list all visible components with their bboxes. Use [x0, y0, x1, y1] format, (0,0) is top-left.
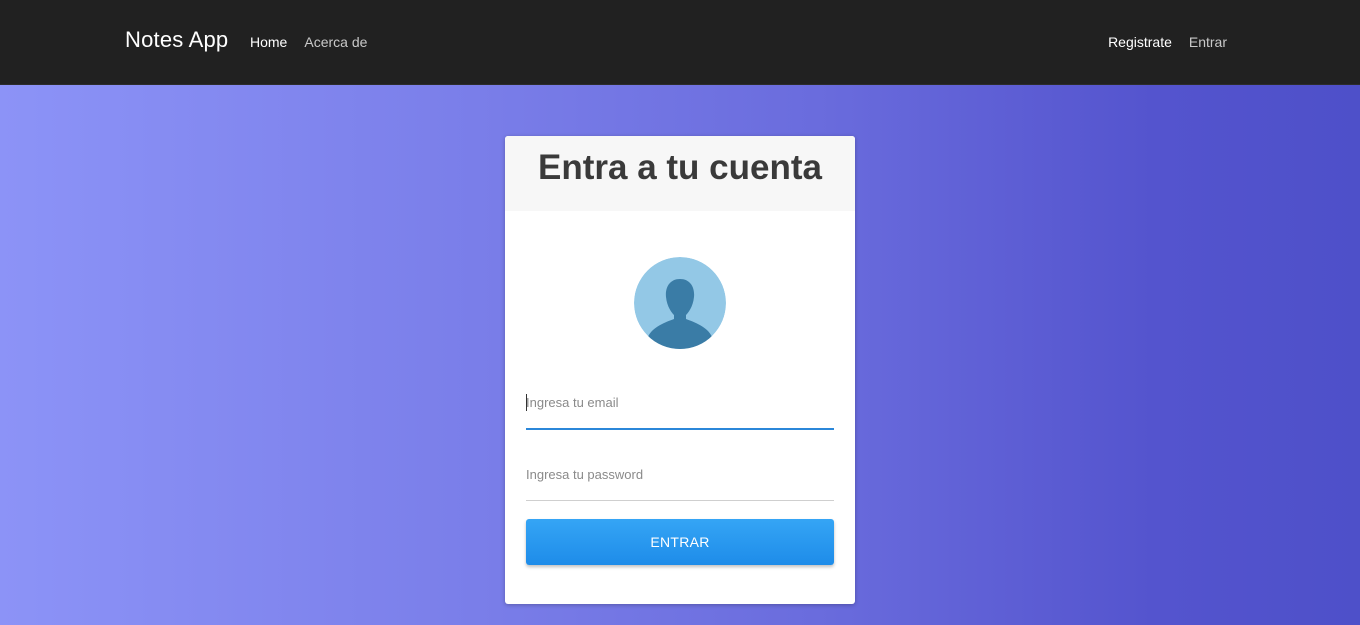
email-underline-focused	[526, 428, 834, 430]
nav-link-login[interactable]: Entrar	[1189, 34, 1227, 50]
nav-right-links: Registrate Entrar	[1108, 34, 1227, 50]
password-field	[526, 464, 834, 501]
email-field	[526, 392, 834, 430]
login-title: Entra a tu cuenta	[538, 148, 822, 187]
nav-link-home[interactable]: Home	[250, 34, 287, 50]
email-input[interactable]	[526, 392, 834, 412]
nav-left-links: Home Acerca de	[250, 34, 367, 50]
user-avatar-svg	[634, 257, 726, 349]
text-caret	[526, 394, 527, 411]
user-avatar-icon	[634, 257, 726, 349]
login-submit-button[interactable]: ENTRAR	[526, 519, 834, 565]
login-card: Entra a tu cuenta ENTRAR	[505, 136, 855, 604]
login-card-header: Entra a tu cuenta	[505, 136, 855, 211]
navbar: Notes App Home Acerca de Registrate Entr…	[0, 0, 1360, 85]
password-underline	[526, 500, 834, 501]
password-input[interactable]	[526, 464, 834, 484]
brand-link[interactable]: Notes App	[125, 27, 228, 53]
nav-link-register[interactable]: Registrate	[1108, 34, 1172, 50]
nav-link-about[interactable]: Acerca de	[304, 34, 367, 50]
